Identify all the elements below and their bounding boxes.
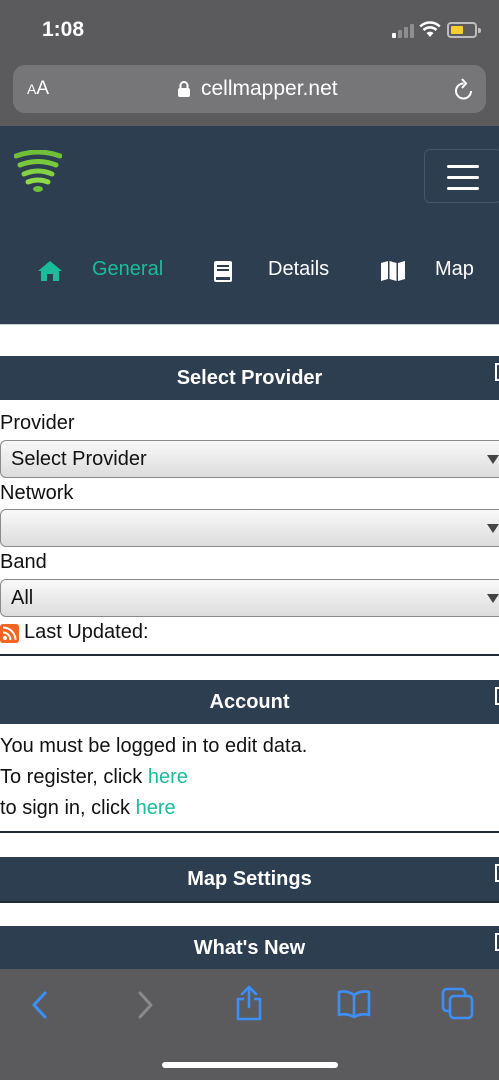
browser-address-area: AA cellmapper.net bbox=[0, 62, 499, 126]
network-select[interactable] bbox=[0, 509, 499, 547]
panel-title: Select Provider bbox=[176, 367, 323, 389]
home-icon bbox=[38, 261, 62, 281]
account-login-note: You must be logged in to edit data. bbox=[0, 735, 308, 757]
site-header: General Details Map bbox=[0, 126, 499, 324]
sign-in-link[interactable]: here bbox=[136, 797, 176, 819]
url-text[interactable]: cellmapper.net bbox=[201, 77, 338, 101]
map-settings-header[interactable]: Map Settings bbox=[0, 857, 499, 901]
nav-details[interactable]: Details bbox=[268, 258, 329, 281]
provider-select[interactable]: Select Provider bbox=[0, 440, 499, 478]
reload-icon[interactable] bbox=[453, 78, 475, 102]
chevron-down-icon bbox=[487, 524, 499, 533]
panel-title: What's New bbox=[193, 937, 306, 959]
bookmarks-icon[interactable] bbox=[337, 989, 371, 1019]
collapse-icon[interactable] bbox=[495, 933, 499, 951]
book-icon bbox=[214, 261, 232, 282]
whats-new-header[interactable]: What's New bbox=[0, 926, 499, 970]
status-bar: 1:08 bbox=[0, 0, 499, 62]
nav-general[interactable]: General bbox=[92, 258, 163, 281]
chevron-down-icon bbox=[487, 455, 499, 464]
battery-icon bbox=[447, 22, 481, 38]
panel-border bbox=[0, 901, 499, 903]
lock-icon bbox=[178, 81, 190, 97]
band-select[interactable]: All bbox=[0, 579, 499, 617]
hamburger-menu-button[interactable] bbox=[424, 149, 499, 203]
text-size-button[interactable]: AA bbox=[27, 78, 49, 100]
panel-title: Account bbox=[209, 691, 290, 713]
panel-border bbox=[0, 654, 499, 656]
provider-label: Provider bbox=[0, 412, 75, 434]
browser-toolbar bbox=[0, 969, 499, 1080]
band-label: Band bbox=[0, 551, 47, 573]
sign-in-line: to sign in, click here bbox=[0, 797, 176, 819]
map-icon bbox=[381, 261, 405, 281]
register-line: To register, click here bbox=[0, 766, 188, 788]
register-link[interactable]: here bbox=[148, 766, 188, 788]
panel-title: Map Settings bbox=[187, 868, 312, 890]
status-time: 1:08 bbox=[42, 18, 85, 41]
address-bar[interactable]: AA cellmapper.net bbox=[13, 65, 486, 113]
chevron-down-icon bbox=[487, 594, 499, 603]
cellular-signal-icon bbox=[392, 24, 416, 38]
select-provider-header[interactable]: Select Provider bbox=[0, 356, 499, 400]
forward-icon[interactable] bbox=[137, 989, 155, 1021]
rss-icon[interactable] bbox=[0, 624, 19, 643]
back-icon[interactable] bbox=[30, 989, 48, 1021]
share-icon[interactable] bbox=[235, 985, 263, 1021]
signal-logo-icon[interactable] bbox=[14, 150, 62, 194]
provider-select-value: Select Provider bbox=[11, 448, 147, 470]
divider bbox=[0, 324, 499, 325]
home-indicator bbox=[162, 1062, 338, 1068]
account-header[interactable]: Account bbox=[0, 680, 499, 724]
tabs-icon[interactable] bbox=[441, 987, 475, 1021]
collapse-icon[interactable] bbox=[495, 864, 499, 882]
wifi-icon bbox=[419, 21, 441, 37]
band-select-value: All bbox=[11, 587, 34, 609]
collapse-icon[interactable] bbox=[495, 687, 499, 705]
panel-border bbox=[0, 831, 499, 833]
last-updated-label: Last Updated: bbox=[24, 621, 149, 643]
collapse-icon[interactable] bbox=[495, 363, 499, 381]
nav-map[interactable]: Map bbox=[435, 258, 474, 281]
network-label: Network bbox=[0, 482, 74, 504]
